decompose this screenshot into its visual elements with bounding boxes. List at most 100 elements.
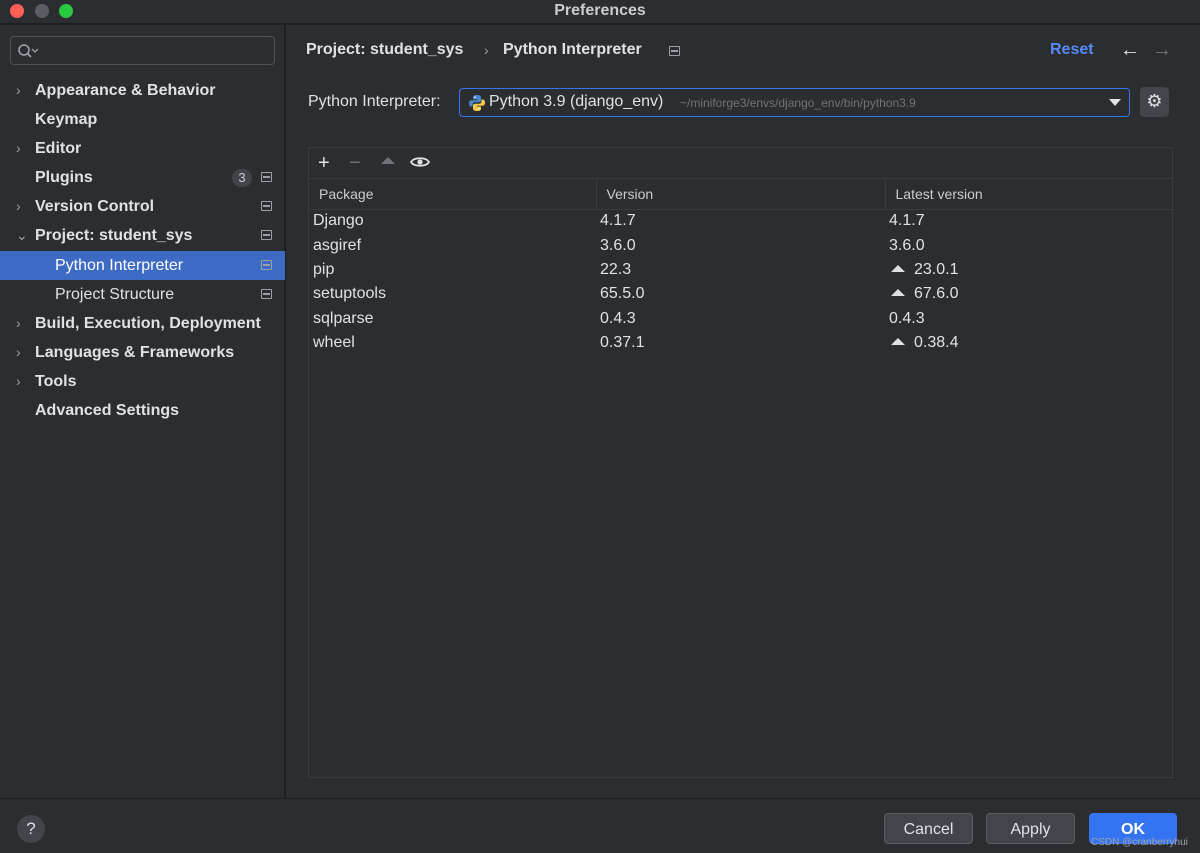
package-version: 3.6.0 (600, 236, 636, 254)
table-row[interactable]: sqlparse 0.4.3 0.4.3 (309, 307, 1172, 331)
column-header-version[interactable]: Version (596, 179, 886, 210)
sidebar-item-plugins[interactable]: Plugins 3 (0, 163, 285, 192)
eye-icon[interactable] (410, 155, 430, 169)
sidebar-item-label: Tools (35, 373, 77, 390)
remove-package-button[interactable]: − (349, 152, 361, 174)
search-input[interactable] (10, 36, 275, 65)
sidebar: › Appearance & Behavior Keymap › Editor … (0, 25, 285, 798)
sidebar-item-keymap[interactable]: Keymap (0, 105, 285, 134)
package-latest-cell: 23.0.1 (885, 258, 1172, 282)
sidebar-item-label: Build, Execution, Deployment (35, 315, 261, 332)
package-latest-cell: 67.6.0 (885, 282, 1172, 306)
reset-link[interactable]: Reset (1050, 41, 1094, 59)
package-latest-version: 4.1.7 (889, 212, 925, 230)
sidebar-item-label: Editor (35, 140, 82, 157)
python-icon (469, 95, 485, 111)
packages-table: Package Version Latest version Django 4.… (309, 179, 1172, 355)
table-row[interactable]: setuptools 65.5.0 67.6.0 (309, 282, 1172, 306)
upgrade-available-icon (891, 338, 905, 346)
chevron-right-icon: › (16, 315, 21, 331)
upgrade-package-button[interactable] (381, 157, 395, 164)
package-name: wheel (313, 334, 355, 352)
package-name: setuptools (313, 285, 386, 303)
package-latest-version: 0.4.3 (889, 309, 925, 327)
watermark: CSDN @cranberryhui (1091, 837, 1188, 848)
package-latest-version: 0.38.4 (914, 334, 959, 352)
packages-toolbar: + − (309, 148, 1172, 179)
package-name: sqlparse (313, 309, 374, 327)
chevron-right-icon: › (16, 198, 21, 214)
sidebar-item-label: Plugins (35, 169, 93, 186)
package-version: 4.1.7 (600, 212, 636, 230)
help-button[interactable]: ? (17, 815, 45, 843)
sidebar-item-label: Python Interpreter (55, 257, 184, 274)
search-icon (18, 44, 39, 58)
package-latest-version: 67.6.0 (914, 285, 959, 303)
chevron-right-icon: › (16, 344, 21, 360)
sidebar-item-build-execution-deployment[interactable]: › Build, Execution, Deployment (0, 309, 285, 338)
plugins-count-badge: 3 (232, 169, 252, 187)
interpreter-settings-button[interactable]: ⚙ (1140, 87, 1169, 117)
project-scope-icon (261, 260, 272, 270)
package-name: pip (313, 260, 335, 278)
sidebar-item-label: Project: student_sys (35, 227, 193, 244)
chevron-right-icon: › (16, 373, 21, 389)
sidebar-item-advanced-settings[interactable]: Advanced Settings (0, 396, 285, 425)
page-title: Python Interpreter (503, 41, 642, 58)
table-row[interactable]: pip 22.3 23.0.1 (309, 258, 1172, 282)
column-header-latest-version[interactable]: Latest version (885, 179, 1172, 210)
project-scope-icon (669, 46, 680, 56)
back-arrow-icon[interactable]: ← (1120, 39, 1140, 62)
table-row[interactable]: asgiref 3.6.0 3.6.0 (309, 233, 1172, 257)
sidebar-item-languages-frameworks[interactable]: › Languages & Frameworks (0, 338, 285, 367)
table-row[interactable]: Django 4.1.7 4.1.7 (309, 209, 1172, 233)
interpreter-path: ~/miniforge3/envs/django_env/bin/python3… (680, 96, 916, 110)
package-version: 0.37.1 (600, 334, 645, 352)
package-version: 65.5.0 (600, 285, 645, 303)
title-bar: Preferences (0, 0, 1200, 24)
dropdown-caret-icon (1109, 99, 1121, 106)
sidebar-item-label: Keymap (35, 111, 98, 128)
apply-button[interactable]: Apply (986, 813, 1075, 844)
package-latest-version: 23.0.1 (914, 260, 959, 278)
sidebar-item-label: Version Control (35, 198, 155, 215)
chevron-down-icon: ⌄ (16, 227, 28, 243)
column-header-package[interactable]: Package (309, 179, 597, 210)
upgrade-available-icon (891, 289, 905, 297)
breadcrumb-parent[interactable]: Project: student_sys (306, 41, 463, 59)
breadcrumb-separator: › (484, 42, 489, 58)
forward-arrow-icon[interactable]: → (1152, 39, 1172, 62)
sidebar-item-project[interactable]: ⌄ Project: student_sys (0, 221, 285, 250)
settings-content: Project: student_sys › Python Interprete… (286, 25, 1200, 798)
sidebar-item-tools[interactable]: › Tools (0, 367, 285, 396)
upgrade-available-icon (891, 264, 905, 272)
chevron-right-icon: › (16, 140, 21, 156)
package-latest-cell: 0.38.4 (885, 331, 1172, 355)
cancel-button[interactable]: Cancel (884, 813, 973, 844)
packages-panel: + − Package Version Latest version Djang… (308, 147, 1173, 778)
project-scope-icon (261, 289, 272, 299)
package-name: Django (313, 212, 364, 230)
chevron-right-icon: › (16, 82, 21, 98)
sidebar-item-version-control[interactable]: › Version Control (0, 192, 285, 221)
sidebar-item-python-interpreter[interactable]: Python Interpreter (0, 251, 285, 280)
sidebar-item-editor[interactable]: › Editor (0, 134, 285, 163)
sidebar-item-appearance-behavior[interactable]: › Appearance & Behavior (0, 76, 285, 105)
project-scope-icon (261, 201, 272, 211)
gear-icon: ⚙ (1146, 91, 1163, 111)
package-latest-version: 3.6.0 (889, 236, 925, 254)
sidebar-item-label: Advanced Settings (35, 402, 180, 419)
package-name: asgiref (313, 236, 362, 254)
interpreter-name: Python 3.9 (django_env) (489, 93, 664, 110)
table-row[interactable]: wheel 0.37.1 0.38.4 (309, 331, 1172, 355)
sidebar-item-label: Project Structure (55, 286, 175, 303)
interpreter-label: Python Interpreter: (308, 93, 441, 110)
project-scope-icon (261, 230, 272, 240)
sidebar-item-project-structure[interactable]: Project Structure (0, 280, 285, 309)
project-scope-icon (261, 172, 272, 182)
add-package-button[interactable]: + (318, 152, 330, 174)
window-title: Preferences (554, 2, 646, 19)
interpreter-select[interactable]: Python 3.9 (django_env) ~/miniforge3/env… (459, 88, 1130, 117)
dialog-footer: ? Cancel Apply OK (0, 798, 1200, 853)
package-version: 0.4.3 (600, 309, 636, 327)
